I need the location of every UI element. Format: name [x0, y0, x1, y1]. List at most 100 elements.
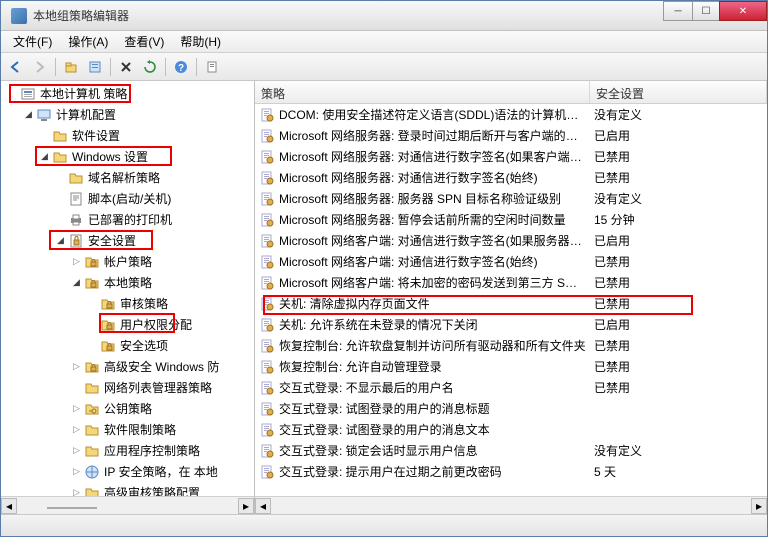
maximize-button[interactable]: ☐ [692, 1, 720, 21]
list-row[interactable]: 关机: 允许系统在未登录的情况下关闭已启用 [255, 314, 767, 335]
list-row[interactable]: 恢复控制台: 允许自动管理登录已禁用 [255, 356, 767, 377]
tree-label: 已部署的打印机 [88, 211, 172, 228]
policy-name: Microsoft 网络服务器: 登录时间过期后断开与客户端的连接 [279, 127, 586, 144]
policy-icon [259, 275, 275, 291]
tree-node[interactable]: ▷软件限制策略 [1, 419, 254, 440]
col-policy[interactable]: 策略 [255, 81, 590, 103]
policy-value: 已启用 [590, 316, 767, 333]
col-setting[interactable]: 安全设置 [590, 81, 767, 103]
tree-node[interactable]: ▷高级安全 Windows 防 [1, 356, 254, 377]
tree-node[interactable]: ▷ IP 安全策略，在 本地 [1, 461, 254, 482]
menu-action[interactable]: 操作(A) [60, 31, 116, 52]
tree-expander [71, 382, 82, 393]
tree-expander[interactable]: ◢ [71, 277, 82, 288]
menu-file[interactable]: 文件(F) [5, 31, 60, 52]
menu-help[interactable]: 帮助(H) [172, 31, 229, 52]
folder-icon [84, 422, 100, 438]
delete-button[interactable] [115, 56, 137, 78]
list-row[interactable]: 交互式登录: 不显示最后的用户名已禁用 [255, 377, 767, 398]
tree-label: Windows 设置 [72, 148, 148, 165]
list-row[interactable]: Microsoft 网络客户端: 将未加密的密码发送到第三方 SMB...已禁用 [255, 272, 767, 293]
tree-node[interactable]: 已部署的打印机 [1, 209, 254, 230]
tree-expander[interactable]: ▷ [71, 403, 82, 414]
list-row[interactable]: Microsoft 网络客户端: 对通信进行数字签名(如果服务器允...已启用 [255, 230, 767, 251]
list-row[interactable]: 关机: 清除虚拟内存页面文件已禁用 [255, 293, 767, 314]
list-row[interactable]: 交互式登录: 提示用户在过期之前更改密码5 天 [255, 461, 767, 482]
tree-label: 本地计算机 策略 [40, 85, 127, 102]
tree-node[interactable]: ▷帐户策略 [1, 251, 254, 272]
tree-node[interactable]: ◢ 本地策略 [1, 272, 254, 293]
help-button[interactable]: ? [170, 56, 192, 78]
tree-node[interactable]: ▷应用程序控制策略 [1, 440, 254, 461]
tree-expander[interactable]: ◢ [23, 109, 34, 120]
list-row[interactable]: Microsoft 网络服务器: 服务器 SPN 目标名称验证级别没有定义 [255, 188, 767, 209]
list-row[interactable]: Microsoft 网络服务器: 对通信进行数字签名(始终)已禁用 [255, 167, 767, 188]
tree-expander[interactable]: ▷ [71, 466, 82, 477]
policy-value: 5 天 [590, 463, 767, 480]
refresh-button[interactable] [139, 56, 161, 78]
tree-node[interactable]: ▷公钥策略 [1, 398, 254, 419]
tree-node[interactable]: 网络列表管理器策略 [1, 377, 254, 398]
list-row[interactable]: DCOM: 使用安全描述符定义语言(SDDL)语法的计算机启动...没有定义 [255, 104, 767, 125]
tree-label: 脚本(启动/关机) [88, 190, 171, 207]
tree-expander[interactable]: ▷ [71, 361, 82, 372]
close-button[interactable]: ✕ [719, 1, 767, 21]
policy-icon [259, 128, 275, 144]
list-hscroll[interactable]: ◂ ▸ [255, 496, 767, 514]
list-row[interactable]: Microsoft 网络服务器: 登录时间过期后断开与客户端的连接已启用 [255, 125, 767, 146]
list-row[interactable]: Microsoft 网络服务器: 暂停会话前所需的空闲时间数量15 分钟 [255, 209, 767, 230]
policy-name: Microsoft 网络服务器: 暂停会话前所需的空闲时间数量 [279, 211, 566, 228]
app-window: 本地组策略编辑器 ─ ☐ ✕ 文件(F) 操作(A) 查看(V) 帮助(H) ?… [0, 0, 768, 537]
tree-label: 安全选项 [120, 337, 168, 354]
tree-node[interactable]: ◢ Windows 设置 [1, 146, 254, 167]
tree-hscroll[interactable]: ◂ ▸ [1, 496, 254, 514]
list-row[interactable]: 恢复控制台: 允许软盘复制并访问所有驱动器和所有文件夹已禁用 [255, 335, 767, 356]
tree-label: 用户权限分配 [120, 316, 192, 333]
policy-icon [259, 107, 275, 123]
tree-node[interactable]: ◢计算机配置 [1, 104, 254, 125]
tree-node[interactable]: 审核策略 [1, 293, 254, 314]
tree-label: 本地策略 [104, 274, 152, 291]
tree-node[interactable]: ◢安全设置 [1, 230, 254, 251]
properties-button[interactable] [84, 56, 106, 78]
policy-value: 已禁用 [590, 358, 767, 375]
tree-node[interactable]: 脚本(启动/关机) [1, 188, 254, 209]
policy-icon [259, 380, 275, 396]
tree-expander[interactable]: ◢ [55, 235, 66, 246]
back-button[interactable] [5, 56, 27, 78]
policy-icon [259, 422, 275, 438]
list-row[interactable]: 交互式登录: 试图登录的用户的消息文本 [255, 419, 767, 440]
policy-icon [259, 212, 275, 228]
tree-label: IP 安全策略，在 本地 [104, 463, 218, 480]
list-row[interactable]: 交互式登录: 锁定会话时显示用户信息没有定义 [255, 440, 767, 461]
tree-node[interactable]: 用户权限分配 [1, 314, 254, 335]
printer-icon [68, 212, 84, 228]
tree-node[interactable]: ▷高级审核策略配置 [1, 482, 254, 496]
policy-folder-icon [84, 275, 100, 291]
export-button[interactable] [201, 56, 223, 78]
menu-view[interactable]: 查看(V) [116, 31, 172, 52]
tree-node[interactable]: 本地计算机 策略 [1, 83, 254, 104]
tree-expander[interactable]: ◢ [39, 151, 50, 162]
tree-expander[interactable]: ▷ [71, 256, 82, 267]
tree-expander[interactable]: ▷ [71, 487, 82, 496]
policy-name: DCOM: 使用安全描述符定义语言(SDDL)语法的计算机启动... [279, 106, 586, 123]
list-row[interactable]: Microsoft 网络客户端: 对通信进行数字签名(始终)已禁用 [255, 251, 767, 272]
separator [55, 58, 56, 76]
policy-icon [259, 401, 275, 417]
tree-node[interactable]: 软件设置 [1, 125, 254, 146]
tree-expander[interactable]: ▷ [71, 445, 82, 456]
list-body[interactable]: DCOM: 使用安全描述符定义语言(SDDL)语法的计算机启动...没有定义Mi… [255, 104, 767, 496]
tree-node[interactable]: 安全选项 [1, 335, 254, 356]
list-row[interactable]: Microsoft 网络服务器: 对通信进行数字签名(如果客户端允...已禁用 [255, 146, 767, 167]
tree-expander[interactable]: ▷ [71, 424, 82, 435]
tree-node[interactable]: 域名解析策略 [1, 167, 254, 188]
tree-body[interactable]: 本地计算机 策略 ◢计算机配置软件设置 ◢ Windows 设置域名解析策略脚本(启动… [1, 81, 254, 496]
policy-value: 已启用 [590, 232, 767, 249]
forward-button[interactable] [29, 56, 51, 78]
up-button[interactable] [60, 56, 82, 78]
titlebar: 本地组策略编辑器 ─ ☐ ✕ [1, 1, 767, 31]
minimize-button[interactable]: ─ [663, 1, 693, 21]
list-row[interactable]: 交互式登录: 试图登录的用户的消息标题 [255, 398, 767, 419]
folder-icon [84, 380, 100, 396]
